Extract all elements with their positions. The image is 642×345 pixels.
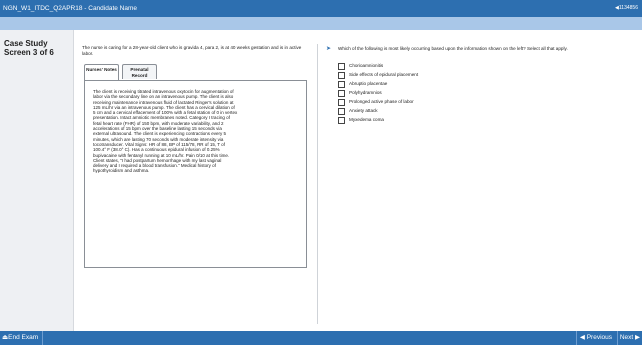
- option-label: Anxiety attack: [349, 108, 378, 113]
- end-exam-button[interactable]: ⏏End Exam: [2, 331, 44, 345]
- option-item[interactable]: Side effects of epidural placement: [338, 72, 538, 81]
- tab-prenatal-record[interactable]: Prenatal Record: [122, 64, 157, 79]
- pane-divider: [317, 44, 318, 324]
- question-text: Which of the following is most likely oc…: [338, 46, 568, 51]
- question-arrow-icon: ➤: [326, 46, 332, 52]
- checkbox[interactable]: [338, 90, 345, 97]
- nurses-notes-text: The client is receiving titrated intrave…: [93, 89, 238, 174]
- case-stem: The nurse is caring for a 28-year-old cl…: [82, 45, 302, 56]
- title-bar: NGN_W1_ITDC_Q2APR18 - Candidate Name ◀11…: [0, 0, 642, 17]
- window-title: NGN_W1_ITDC_Q2APR18 - Candidate Name: [3, 5, 138, 12]
- option-item[interactable]: Anxiety attack: [338, 108, 538, 117]
- option-item[interactable]: Abruptio placentae: [338, 81, 538, 90]
- case-study-label: Case Study Screen 3 of 6: [4, 39, 54, 57]
- option-label: Chorioamnionitis: [349, 63, 384, 68]
- item-id-label: ◀1134856: [615, 5, 638, 11]
- next-button[interactable]: Next ▶: [616, 331, 642, 345]
- option-label: Abruptio placentae: [349, 81, 388, 86]
- option-item[interactable]: Prolonged active phase of labor: [338, 99, 538, 108]
- option-item[interactable]: Myxedema coma: [338, 117, 538, 126]
- case-study-sidebar: Case Study Screen 3 of 6: [0, 30, 74, 331]
- option-label: Polyhydramnios: [349, 90, 382, 95]
- checkbox[interactable]: [338, 63, 345, 70]
- option-item[interactable]: Polyhydramnios: [338, 90, 538, 99]
- checkbox[interactable]: [338, 81, 345, 88]
- nurses-notes-panel: The client is receiving titrated intrave…: [84, 80, 307, 268]
- option-label: Side effects of epidural placement: [349, 72, 419, 77]
- option-label: Prolonged active phase of labor: [349, 99, 414, 104]
- checkbox[interactable]: [338, 117, 345, 124]
- checkbox[interactable]: [338, 108, 345, 115]
- checkbox[interactable]: [338, 99, 345, 106]
- option-item[interactable]: Chorioamnionitis: [338, 63, 538, 72]
- answer-options: Chorioamnionitis Side effects of epidura…: [338, 63, 538, 126]
- main-content: The nurse is caring for a 28-year-old cl…: [74, 30, 642, 331]
- previous-button[interactable]: ◀ Previous: [575, 331, 615, 345]
- tab-nurses-notes[interactable]: Nurses' Notes: [84, 64, 119, 80]
- option-label: Myxedema coma: [349, 117, 384, 122]
- footer-bar: ⏏End Exam ◀ Previous Next ▶: [0, 331, 642, 345]
- sub-header-bar: [0, 17, 642, 30]
- checkbox[interactable]: [338, 72, 345, 79]
